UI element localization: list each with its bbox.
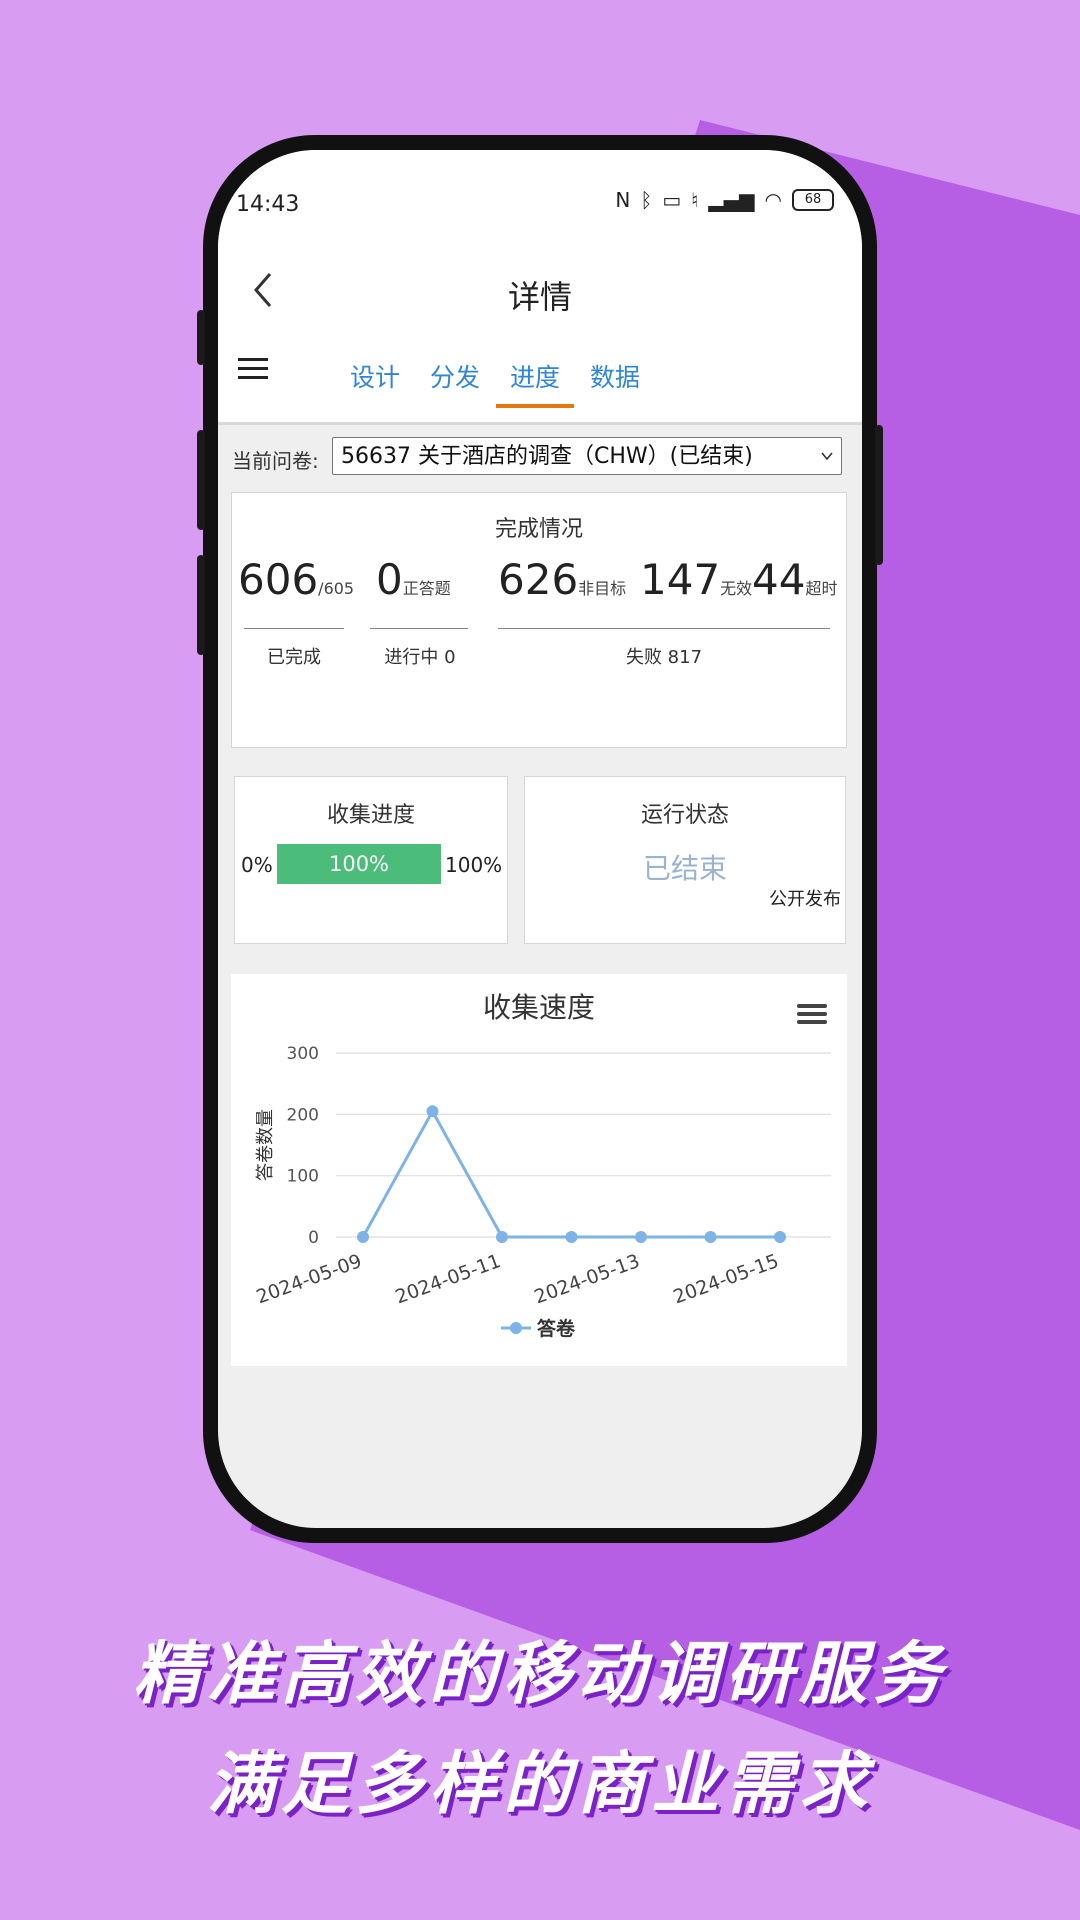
legend-marker	[510, 1322, 522, 1334]
tabs: 设计 分发 进度 数据	[342, 358, 648, 408]
progress-value: 100%	[328, 852, 390, 876]
timeout-unit: 超时	[805, 579, 838, 598]
phone-volume-down	[197, 555, 205, 655]
completed-total: /605	[318, 579, 355, 598]
survey-select[interactable]: 56637 关于酒店的调查（CHW）(已结束)	[332, 437, 842, 475]
failed-caption: 失败 817	[625, 647, 703, 668]
run-status-value: 已结束	[642, 852, 727, 885]
collect-speed-card: 收集速度 0 100 200 300 答卷数量 2024-05-09 2024-05-11 2…	[231, 974, 847, 1366]
tab-data[interactable]: 数据	[582, 358, 648, 408]
timeout-stat: 44超时	[752, 555, 837, 604]
collect-speed-chart: 0 100 200 300 答卷数量 2024-05-09 2024-05-11 2024-0…	[253, 1044, 831, 1340]
bluetooth-icon: ᛒ	[640, 188, 653, 212]
timeout-count: 44	[752, 555, 806, 604]
slogan-line-2: 满足多样的商业需求	[206, 1745, 873, 1824]
x-tick-label: 2024-05-13	[531, 1250, 642, 1308]
status-time: 14:43	[236, 192, 300, 217]
phone-screen: 14:43 N ᛒ ▭ ♮ ▂▄▆ ◠ 68 详情 设计 分发 进度 数据 当前…	[218, 150, 862, 1528]
non-target-count: 626	[498, 555, 579, 604]
answering-stat: 0正答题	[376, 555, 451, 604]
non-target-stat: 626非目标	[498, 555, 626, 604]
collect-progress-card: 收集进度 0% 100% 100%	[234, 776, 508, 944]
phone-side-button	[197, 310, 205, 365]
phone-volume-up	[197, 430, 205, 530]
data-point	[426, 1105, 439, 1118]
data-point	[635, 1231, 647, 1243]
invalid-stat: 147无效	[640, 555, 752, 604]
chevron-down-icon	[821, 452, 833, 461]
completion-title: 完成情况	[494, 517, 583, 542]
phone-power-button	[875, 425, 883, 565]
completed-count: 606	[238, 555, 319, 604]
completion-card: 完成情况 606/605 已完成 0正答题 进行中 0 626非目标 147无效…	[231, 492, 847, 748]
data-point	[704, 1231, 717, 1243]
hamburger-menu-icon[interactable]	[238, 352, 278, 392]
tab-distribute[interactable]: 分发	[422, 358, 488, 408]
data-point	[496, 1231, 508, 1243]
invalid-count: 147	[640, 555, 721, 604]
survey-selector-row: 当前问卷: 56637 关于酒店的调查（CHW）(已结束)	[232, 437, 848, 477]
tab-progress[interactable]: 进度	[496, 358, 575, 408]
answering-unit: 正答题	[402, 579, 451, 598]
failed-underline	[498, 628, 830, 629]
slogan-line-1: 精准高效的移动调研服务	[132, 1635, 947, 1714]
signal-icon: ▂▄▆	[708, 188, 755, 212]
status-icons: N ᛒ ▭ ♮ ▂▄▆ ◠ 68	[615, 188, 834, 212]
y-tick-label: 0	[308, 1228, 319, 1248]
y-tick-label: 200	[287, 1105, 319, 1125]
phone-frame: 14:43 N ᛒ ▭ ♮ ▂▄▆ ◠ 68 详情 设计 分发 进度 数据 当前…	[197, 135, 883, 1543]
survey-label: 当前问卷:	[232, 449, 319, 473]
answering-count: 0	[376, 555, 403, 604]
survey-selected-value: 56637 关于酒店的调查（CHW）(已结束)	[341, 444, 753, 469]
completed-stat: 606/605	[238, 555, 354, 604]
y-tick-label: 300	[287, 1044, 319, 1064]
series-line	[361, 1108, 780, 1239]
status-bar: 14:43 N ᛒ ▭ ♮ ▂▄▆ ◠ 68	[218, 150, 862, 250]
invalid-unit: 无效	[720, 579, 753, 598]
data-point	[565, 1231, 578, 1243]
non-target-unit: 非目标	[578, 579, 627, 598]
y-tick-label: 100	[287, 1167, 319, 1187]
collect-progress-title: 收集进度	[326, 803, 415, 828]
page-title: 详情	[507, 278, 572, 316]
progress-max-label: 100%	[445, 853, 503, 877]
mute-icon: ♮	[691, 188, 699, 212]
battery-icon: 68	[792, 189, 834, 211]
completed-underline	[244, 628, 344, 629]
data-point	[357, 1231, 369, 1243]
run-status-card: 运行状态 已结束 公开发布	[524, 776, 846, 944]
app-header: 详情	[218, 250, 862, 330]
x-tick-label: 2024-05-11	[392, 1250, 503, 1308]
legend-label: 答卷	[537, 1317, 576, 1340]
tab-bar: 设计 分发 进度 数据	[218, 330, 862, 425]
y-axis-label: 答卷数量	[255, 1109, 276, 1181]
nfc-icon: N	[615, 188, 631, 212]
run-status-title: 运行状态	[640, 803, 729, 828]
in-progress-caption: 进行中 0	[384, 647, 456, 668]
wifi-icon: ◠	[764, 188, 782, 212]
vibrate-icon: ▭	[662, 188, 682, 212]
x-tick-label: 2024-05-15	[670, 1250, 781, 1308]
data-point	[774, 1231, 786, 1243]
progress-bar: 100%	[277, 844, 441, 884]
publish-mode: 公开发布	[769, 889, 841, 910]
completed-caption: 已完成	[267, 647, 321, 668]
progress-min-label: 0%	[241, 853, 273, 877]
x-tick-label: 2024-05-09	[253, 1250, 364, 1308]
tab-design[interactable]: 设计	[342, 358, 408, 408]
answering-underline	[370, 628, 468, 629]
